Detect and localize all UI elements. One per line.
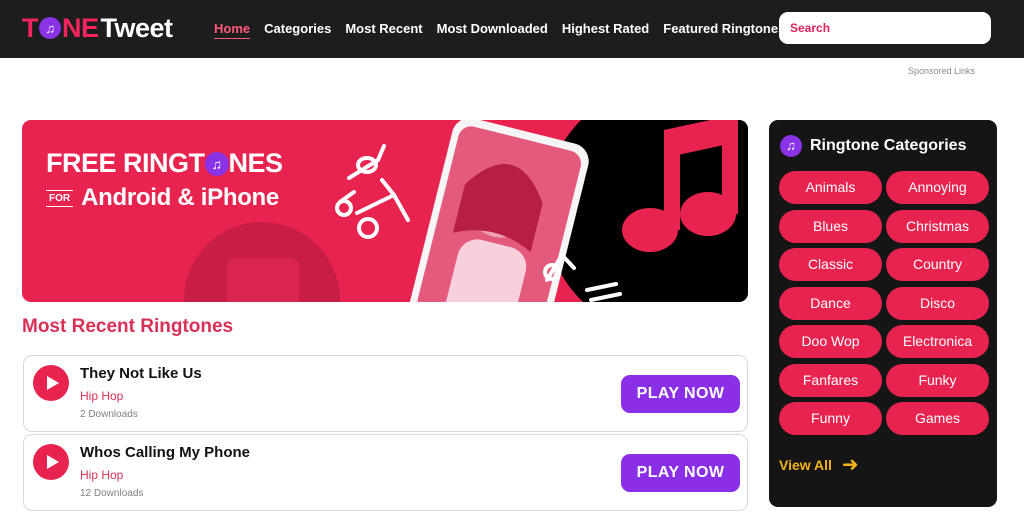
sponsored-links-label: Sponsored Links bbox=[907, 66, 975, 76]
nav-most-downloaded[interactable]: Most Downloaded bbox=[437, 20, 548, 38]
category-electronica[interactable]: Electronica bbox=[886, 325, 989, 358]
music-note-icon: ♫ bbox=[780, 135, 802, 157]
ringtone-row[interactable]: They Not Like Us Hip Hop 2 Downloads PLA… bbox=[23, 355, 748, 432]
category-christmas[interactable]: Christmas bbox=[886, 209, 989, 243]
play-now-button[interactable]: PLAY NOW bbox=[621, 454, 740, 492]
ringtone-downloads: 2 Downloads bbox=[80, 409, 138, 420]
nav-home[interactable]: Home bbox=[214, 20, 251, 39]
ringtone-title[interactable]: They Not Like Us bbox=[80, 365, 202, 382]
category-funny[interactable]: Funny bbox=[779, 402, 882, 435]
nav-categories[interactable]: Categories bbox=[264, 20, 331, 38]
play-icon[interactable] bbox=[33, 365, 69, 401]
main-nav: Home Categories Most Recent Most Downloa… bbox=[214, 0, 799, 58]
sidebar-header: ♫ Ringtone Categories bbox=[780, 135, 966, 157]
ringtone-genre[interactable]: Hip Hop bbox=[80, 468, 123, 482]
view-all-link[interactable]: View All ➜ bbox=[779, 455, 859, 475]
music-note-icon: ♫ bbox=[39, 17, 61, 39]
play-icon[interactable] bbox=[33, 444, 69, 480]
section-title: Most Recent Ringtones bbox=[22, 316, 234, 337]
nav-highest-rated[interactable]: Highest Rated bbox=[562, 20, 649, 38]
banner-title-part1: FREE RINGT bbox=[46, 148, 205, 178]
category-classic[interactable]: Classic bbox=[779, 248, 882, 281]
category-funky[interactable]: Funky bbox=[886, 363, 989, 397]
logo-text-tweet: Tweet bbox=[100, 12, 174, 43]
banner-subtitle: FOR Android & iPhone bbox=[46, 184, 279, 212]
ringtone-title[interactable]: Whos Calling My Phone bbox=[80, 444, 250, 461]
ringtone-genre[interactable]: Hip Hop bbox=[80, 389, 123, 403]
category-dance[interactable]: Dance bbox=[779, 286, 882, 320]
arrow-right-icon[interactable]: ➜ bbox=[842, 455, 859, 475]
ringtone-downloads: 12 Downloads bbox=[80, 488, 144, 499]
category-games[interactable]: Games bbox=[886, 402, 989, 435]
view-all-label[interactable]: View All bbox=[779, 457, 832, 473]
music-note-icon: ♫ bbox=[204, 152, 229, 176]
promo-banner[interactable]: FREE RINGT ♫ NES FOR Android & iPhone bbox=[22, 120, 748, 302]
site-header: T ♫ NE Tweet Home Categories Most Recent… bbox=[0, 0, 1024, 58]
banner-for-label: FOR bbox=[46, 189, 74, 207]
banner-platforms: Android & iPhone bbox=[81, 184, 279, 211]
play-now-button[interactable]: PLAY NOW bbox=[621, 375, 740, 413]
category-disco[interactable]: Disco bbox=[886, 286, 989, 320]
nav-featured-ringtones[interactable]: Featured Ringtones bbox=[663, 20, 785, 38]
categories-sidebar: ♫ Ringtone Categories Animals Annoying B… bbox=[769, 120, 997, 507]
banner-title-part2: NES bbox=[228, 148, 284, 178]
category-blues[interactable]: Blues bbox=[779, 209, 882, 243]
banner-title: FREE RINGT ♫ NES bbox=[46, 148, 283, 179]
category-doo-wop[interactable]: Doo Wop bbox=[779, 325, 882, 358]
search-input[interactable] bbox=[779, 12, 991, 44]
logo-text-t: T bbox=[22, 12, 39, 43]
nav-most-recent[interactable]: Most Recent bbox=[345, 20, 422, 38]
category-fanfares[interactable]: Fanfares bbox=[779, 363, 882, 397]
site-logo[interactable]: T ♫ NE Tweet bbox=[22, 12, 173, 44]
logo-text-ne: NE bbox=[62, 12, 99, 43]
category-animals[interactable]: Animals bbox=[779, 171, 882, 204]
category-grid: Animals Annoying Blues Christmas Classic… bbox=[779, 171, 990, 435]
category-annoying[interactable]: Annoying bbox=[886, 171, 989, 204]
category-country[interactable]: Country bbox=[886, 248, 989, 281]
ringtone-row[interactable]: Whos Calling My Phone Hip Hop 12 Downloa… bbox=[23, 434, 748, 511]
sidebar-title: Ringtone Categories bbox=[810, 137, 967, 154]
